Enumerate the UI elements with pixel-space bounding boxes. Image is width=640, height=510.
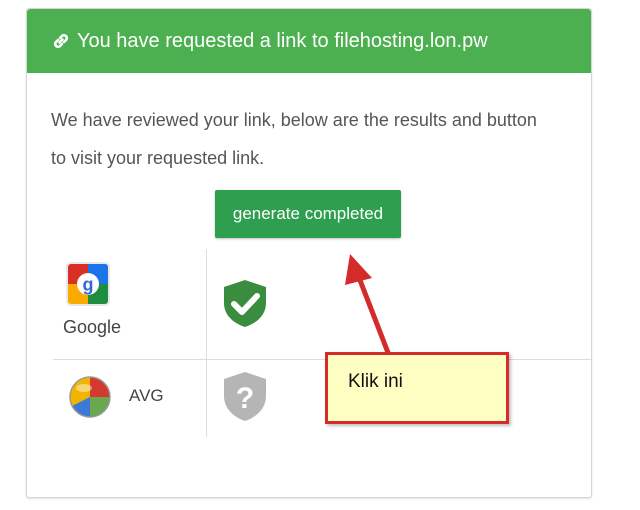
card-description: We have reviewed your link, below are th… [51, 110, 537, 168]
callout-note-label: Klik ini [348, 371, 403, 392]
generate-completed-button[interactable]: generate completed [215, 190, 401, 238]
shield-question-icon: ? [224, 372, 266, 421]
card-header: You have requested a link to filehosting… [27, 9, 591, 73]
svg-text:g: g [83, 275, 94, 295]
link-icon [53, 33, 69, 49]
scanner-name-avg: AVG [129, 386, 164, 405]
avg-logo-icon [69, 376, 111, 418]
callout-note: Klik ini [325, 352, 509, 424]
card-title: You have requested a link to filehosting… [77, 29, 488, 52]
scanner-name-google: Google [63, 317, 122, 337]
shield-check-icon [224, 280, 266, 327]
table-column-divider [206, 249, 207, 437]
svg-text:?: ? [236, 382, 254, 415]
link-result-card: You have requested a link to filehosting… [26, 8, 592, 498]
google-logo-icon: g [66, 262, 110, 306]
